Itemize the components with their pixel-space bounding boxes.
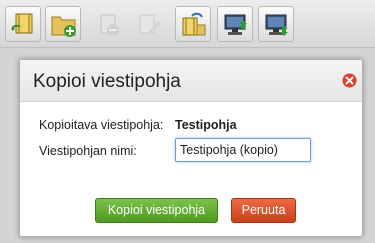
edit-icon (139, 14, 161, 35)
folder-add-icon (51, 16, 76, 37)
binder-copy-button[interactable] (175, 6, 211, 42)
folder-add-button[interactable] (45, 6, 81, 42)
delete-icon (100, 14, 119, 36)
monitor-download-icon (265, 14, 288, 36)
copy-template-dialog: Kopioi viestipohja Kopioitava viestipohj… (19, 59, 363, 237)
toolbar (0, 0, 375, 48)
template-name-label: Viestipohjan nimi: (39, 144, 137, 158)
dialog-header: Kopioi viestipohja (20, 60, 362, 102)
copy-template-button[interactable]: Kopioi viestipohja (95, 198, 218, 223)
cancel-button[interactable]: Peruuta (231, 198, 296, 223)
monitor-download-button[interactable] (258, 6, 294, 42)
source-template-label: Kopioitava viestipohja: (39, 118, 164, 132)
template-name-input[interactable] (175, 138, 311, 162)
binder-refresh-icon (11, 13, 33, 34)
close-icon[interactable] (342, 73, 357, 88)
edit-button[interactable] (130, 6, 166, 42)
monitor-upload-button[interactable] (217, 6, 253, 42)
monitor-upload-icon (224, 14, 247, 35)
dialog-title: Kopioi viestipohja (33, 71, 181, 92)
source-template-value: Testipohja (175, 118, 237, 132)
binder-refresh-button[interactable] (5, 6, 41, 42)
binder-copy-icon (182, 12, 206, 36)
delete-button[interactable] (90, 6, 126, 42)
